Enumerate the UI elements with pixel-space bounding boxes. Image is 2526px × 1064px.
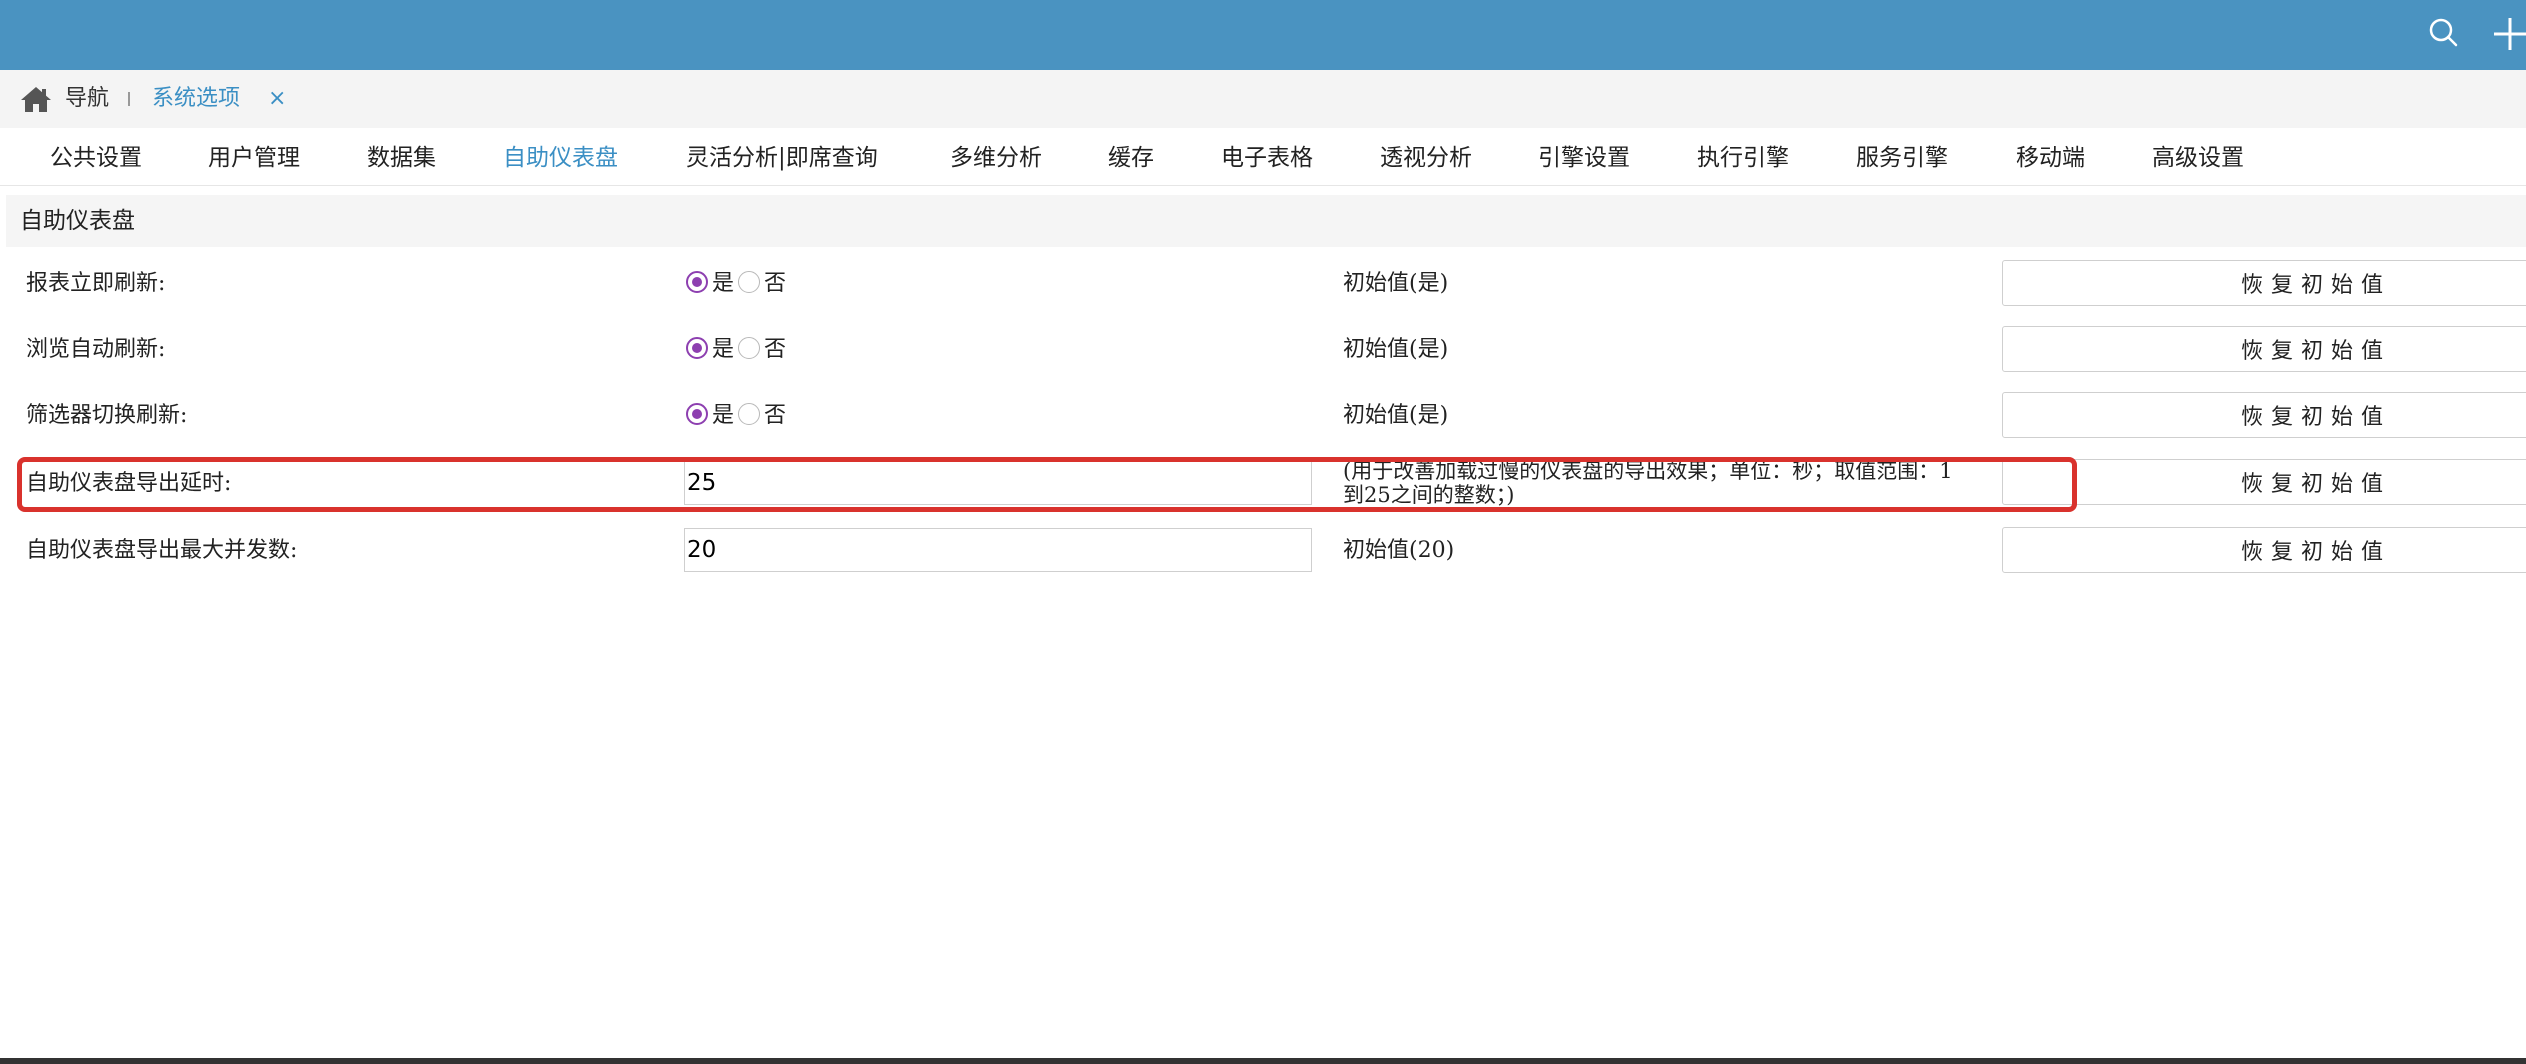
radio-yes[interactable] bbox=[686, 337, 708, 359]
home-icon[interactable] bbox=[20, 84, 52, 114]
reset-default-button[interactable]: 恢复初始值 bbox=[2002, 392, 2526, 438]
tab-advanced-settings[interactable]: 高级设置 bbox=[2152, 143, 2244, 173]
breadcrumb-current-tab[interactable]: 系统选项 bbox=[152, 84, 240, 114]
tab-execution-engine[interactable]: 执行引擎 bbox=[1697, 143, 1789, 173]
initial-value-text: 初始值(是) bbox=[1343, 271, 1449, 296]
reset-default-button[interactable]: 恢复初始值 bbox=[2002, 527, 2526, 573]
search-icon[interactable] bbox=[2424, 14, 2464, 54]
radio-group-filter-refresh: 是否 bbox=[686, 401, 790, 431]
plus-icon[interactable] bbox=[2490, 14, 2526, 54]
setting-label-report-refresh: 报表立即刷新: bbox=[26, 271, 166, 296]
radio-yes[interactable] bbox=[686, 271, 708, 293]
radio-no[interactable] bbox=[738, 271, 761, 293]
breadcrumb: 导航 系统选项 × bbox=[0, 70, 2526, 128]
setting-label-export-concurrency: 自助仪表盘导出最大并发数: bbox=[26, 538, 298, 563]
close-tab-icon[interactable]: × bbox=[268, 84, 286, 114]
setting-label-filter-refresh: 筛选器切换刷新: bbox=[26, 403, 188, 428]
breadcrumb-divider bbox=[128, 92, 130, 106]
section-title: 自助仪表盘 bbox=[20, 208, 135, 234]
tab-flexible-analysis[interactable]: 灵活分析|即席查询 bbox=[686, 143, 878, 173]
tab-multidimensional-analysis[interactable]: 多维分析 bbox=[950, 143, 1042, 173]
radio-no[interactable] bbox=[738, 337, 761, 359]
tab-pivot-analysis[interactable]: 透视分析 bbox=[1380, 143, 1472, 173]
tab-cache[interactable]: 缓存 bbox=[1108, 143, 1154, 173]
tab-engine-settings[interactable]: 引擎设置 bbox=[1538, 143, 1630, 173]
top-header-bar bbox=[0, 0, 2526, 70]
tab-service-engine[interactable]: 服务引擎 bbox=[1856, 143, 1948, 173]
setting-label-export-delay: 自助仪表盘导出延时: bbox=[26, 471, 232, 496]
radio-no-label: 否 bbox=[764, 271, 787, 296]
radio-yes-label: 是 bbox=[712, 337, 735, 362]
radio-group-auto-refresh: 是否 bbox=[686, 335, 790, 365]
radio-yes-label: 是 bbox=[712, 403, 735, 428]
initial-value-text: 初始值(20) bbox=[1343, 538, 1455, 563]
breadcrumb-nav-link[interactable]: 导航 bbox=[65, 84, 109, 114]
radio-no-label: 否 bbox=[764, 337, 787, 362]
reset-default-button[interactable]: 恢复初始值 bbox=[2002, 459, 2526, 505]
export-concurrency-input[interactable] bbox=[684, 528, 1312, 572]
export-delay-input[interactable] bbox=[684, 461, 1312, 505]
radio-yes-label: 是 bbox=[712, 271, 735, 296]
radio-no-label: 否 bbox=[764, 403, 787, 428]
tab-self-service-dashboard[interactable]: 自助仪表盘 bbox=[503, 143, 618, 173]
setting-label-auto-refresh: 浏览自动刷新: bbox=[26, 337, 166, 362]
initial-value-text: 初始值(是) bbox=[1343, 403, 1449, 428]
radio-yes[interactable] bbox=[686, 403, 708, 425]
bottom-border bbox=[0, 1058, 2526, 1064]
tab-public-settings[interactable]: 公共设置 bbox=[50, 143, 142, 173]
initial-value-text: 初始值(是) bbox=[1343, 337, 1449, 362]
tab-user-management[interactable]: 用户管理 bbox=[208, 143, 300, 173]
radio-group-report-refresh: 是否 bbox=[686, 269, 790, 299]
radio-no[interactable] bbox=[738, 403, 761, 425]
export-delay-hint: (用于改善加载过慢的仪表盘的导出效果；单位：秒；取值范围：1到25之间的整数；) bbox=[1343, 459, 1953, 507]
reset-default-button[interactable]: 恢复初始值 bbox=[2002, 260, 2526, 306]
settings-tab-bar: 公共设置 用户管理 数据集 自助仪表盘 灵活分析|即席查询 多维分析 缓存 电子… bbox=[0, 128, 2526, 186]
tab-mobile[interactable]: 移动端 bbox=[2016, 143, 2085, 173]
section-header: 自助仪表盘 bbox=[6, 195, 2526, 247]
tab-spreadsheet[interactable]: 电子表格 bbox=[1221, 143, 1313, 173]
tab-datasets[interactable]: 数据集 bbox=[367, 143, 436, 173]
reset-default-button[interactable]: 恢复初始值 bbox=[2002, 326, 2526, 372]
